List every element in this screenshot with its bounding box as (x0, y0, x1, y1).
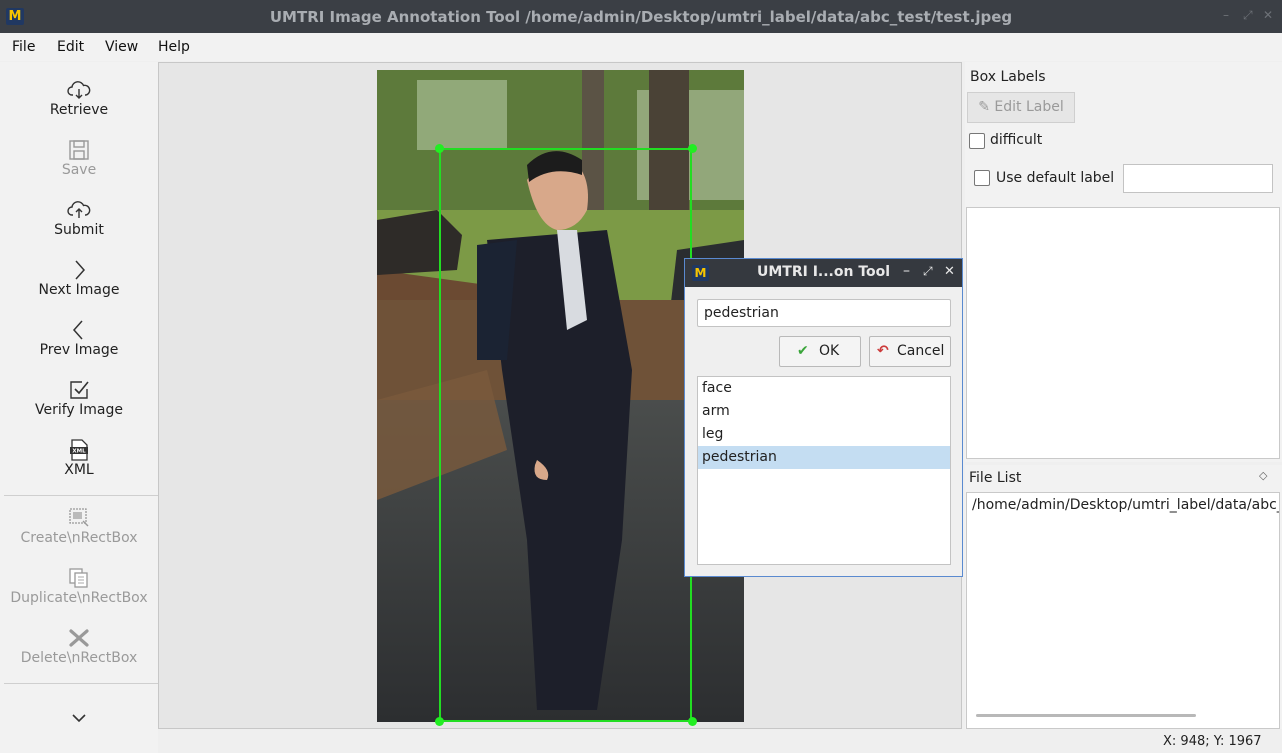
save-icon (69, 140, 89, 160)
save-label: Save (61, 162, 97, 178)
ok-label: OK (819, 343, 840, 359)
difficult-label: difficult (990, 132, 1043, 148)
ok-button[interactable]: ✔ OK (779, 336, 861, 367)
next-image-label: Next Image (38, 282, 120, 298)
undo-icon: ↶ (877, 343, 889, 359)
menubar: File Edit View Help (0, 33, 1282, 61)
label-list[interactable]: face arm leg pedestrian (697, 376, 951, 565)
retrieve-label: Retrieve (49, 102, 109, 118)
box-labels-title: Box Labels (970, 69, 1046, 85)
cloud-upload-icon (67, 201, 91, 218)
bbox-handle[interactable] (435, 144, 444, 153)
cancel-label: Cancel (897, 343, 945, 359)
verify-image-label: Verify Image (34, 402, 123, 418)
bounding-box[interactable] (439, 148, 692, 722)
duplicate-icon (69, 568, 88, 588)
maximize-icon[interactable]: ⤢ (1243, 8, 1253, 23)
toolbar-divider (4, 683, 158, 684)
use-default-label-text: Use default label (996, 170, 1115, 186)
delete-rectbox-label: Delete\nRectBox (20, 650, 138, 666)
save-button[interactable]: Save (0, 138, 158, 178)
status-coordinates: X: 948; Y: 1967 (1163, 734, 1262, 749)
label-input[interactable]: pedestrian (697, 299, 951, 327)
float-panel-icon[interactable]: ◇ (1259, 469, 1267, 482)
dialog-logo-icon: M (692, 265, 709, 281)
dialog-minimize-icon[interactable]: – (903, 263, 910, 279)
prev-image-button[interactable]: Prev Image (0, 318, 158, 358)
verify-check-icon (70, 381, 89, 399)
label-list[interactable] (966, 207, 1280, 459)
bbox-handle[interactable] (435, 717, 444, 726)
more-tools-button[interactable] (0, 706, 158, 730)
xml-file-icon: XML (70, 439, 88, 461)
edit-label-text: Edit Label (994, 99, 1064, 115)
dialog-titlebar: M UMTRI I...on Tool – ⤢ ✕ (685, 259, 962, 287)
cloud-download-icon (67, 81, 91, 99)
label-dialog: M UMTRI I...on Tool – ⤢ ✕ pedestrian ✔ O… (684, 258, 963, 577)
chevron-down-icon (72, 714, 86, 723)
verify-image-button[interactable]: Verify Image (0, 378, 158, 418)
xml-button[interactable]: XML XML (0, 438, 158, 478)
chevron-left-icon (72, 320, 83, 340)
window-title: UMTRI Image Annotation Tool /home/admin/… (269, 8, 1013, 26)
label-list-item-selected[interactable]: pedestrian (698, 446, 950, 469)
menu-edit[interactable]: Edit (57, 39, 84, 55)
create-rectbox-label: Create\nRectBox (20, 530, 138, 546)
file-list-title: File List (969, 470, 1022, 486)
duplicate-rectbox-label: Duplicate\nRectBox (10, 590, 148, 606)
edit-label-button[interactable]: ✎ Edit Label (967, 92, 1075, 123)
create-rectbox-button[interactable]: Create\nRectBox (0, 506, 158, 546)
use-default-label-checkbox[interactable] (974, 170, 990, 186)
delete-rectbox-button[interactable]: Delete\nRectBox (0, 626, 158, 666)
minimize-icon[interactable]: – (1223, 8, 1229, 22)
duplicate-rectbox-button[interactable]: Duplicate\nRectBox (0, 566, 158, 606)
edit-icon: ✎ (978, 99, 990, 115)
xml-label: XML (64, 462, 94, 478)
difficult-checkbox[interactable] (969, 133, 985, 149)
label-list-item[interactable]: arm (698, 400, 950, 423)
dialog-maximize-icon[interactable]: ⤢ (923, 264, 933, 279)
window-titlebar: M UMTRI Image Annotation Tool /home/admi… (0, 0, 1282, 33)
dialog-close-icon[interactable]: ✕ (944, 264, 955, 279)
file-list-panel: File List ◇ /home/admin/Desktop/umtri_la… (965, 465, 1282, 729)
next-image-button[interactable]: Next Image (0, 258, 158, 298)
dialog-title: UMTRI I...on Tool (757, 264, 891, 280)
bbox-handle[interactable] (688, 717, 697, 726)
submit-button[interactable]: Submit (0, 198, 158, 238)
label-list-item[interactable]: leg (698, 423, 950, 446)
check-icon: ✔ (797, 343, 809, 359)
horizontal-scrollbar[interactable] (976, 714, 1196, 717)
delete-x-icon (69, 629, 89, 647)
create-rect-icon (69, 508, 89, 527)
menu-help[interactable]: Help (158, 39, 190, 55)
prev-image-label: Prev Image (39, 342, 119, 358)
bbox-handle[interactable] (688, 144, 697, 153)
label-list-item[interactable]: face (698, 377, 950, 400)
default-label-input[interactable] (1123, 164, 1273, 193)
left-toolbar: Retrieve Save Submit Next Image Prev Ima… (0, 62, 158, 753)
close-icon[interactable]: ✕ (1263, 8, 1273, 22)
menu-file[interactable]: File (12, 39, 35, 55)
chevron-right-icon (75, 260, 86, 280)
file-list[interactable]: /home/admin/Desktop/umtri_label/data/abc… (966, 492, 1280, 729)
file-list-item[interactable]: /home/admin/Desktop/umtri_label/data/abc… (967, 493, 1279, 517)
retrieve-button[interactable]: Retrieve (0, 78, 158, 118)
box-labels-panel: Box Labels ✎ Edit Label difficult Use de… (965, 62, 1282, 462)
menu-view[interactable]: View (105, 39, 138, 55)
xml-icon-text: XML (72, 449, 86, 455)
toolbar-divider (4, 495, 158, 496)
cancel-button[interactable]: ↶ Cancel (869, 336, 951, 367)
submit-label: Submit (54, 222, 104, 238)
